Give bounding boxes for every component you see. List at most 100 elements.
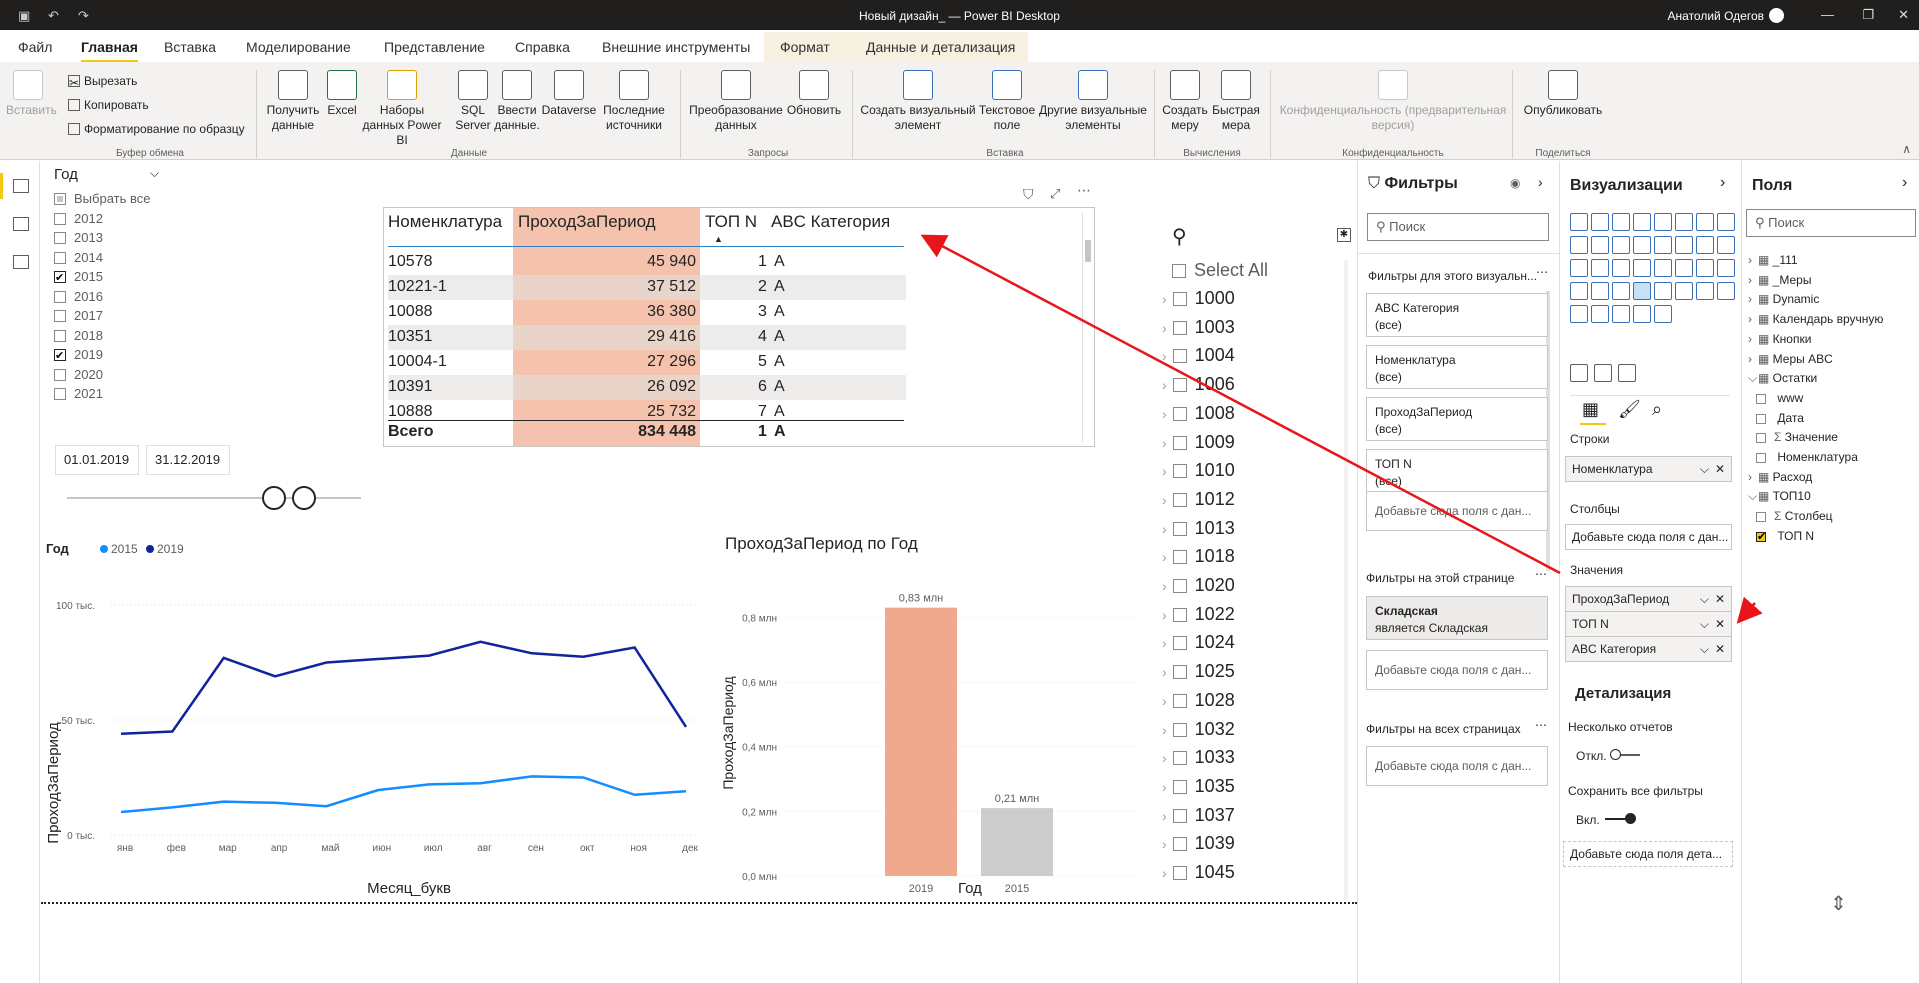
table-row[interactable]: 10221-1 37 512 2 A [388,275,906,300]
textbox-button[interactable]: Текстовое поле [976,70,1038,133]
slicer-item[interactable]: › 1009 [1162,432,1235,456]
tab-home[interactable]: Главная [81,39,138,63]
table-row[interactable]: 10351 29 416 4 A [388,325,906,350]
more-visuals-icon[interactable] [1654,305,1672,323]
qa-icon[interactable] [1570,305,1588,323]
waterfall-icon[interactable] [1654,236,1672,254]
clear-selection-icon[interactable]: ✱ [1337,228,1351,242]
slicer-item[interactable]: › 1024 [1162,632,1235,656]
expand-icon[interactable]: › [1162,406,1167,422]
expand-icon[interactable]: › [1162,377,1167,393]
analytics-tab-icon[interactable]: ⌕ [1652,399,1662,420]
slicer-checkbox[interactable] [1172,607,1187,622]
table-item[interactable]: ⌵▦ ТОП10 [1748,489,1811,504]
map-icon[interactable] [1612,259,1630,277]
slicer-item[interactable]: › 1020 [1162,575,1235,599]
scrollbar-thumb[interactable] [1085,240,1091,262]
kpi-icon[interactable] [1570,282,1588,300]
columns-well[interactable]: Добавьте сюда поля с дан... [1565,524,1732,550]
expand-icon[interactable]: › [1162,492,1167,508]
tab-modeling[interactable]: Моделирование [246,39,351,55]
field-checkbox[interactable] [1756,512,1766,523]
year-item[interactable]: 2015 [54,267,174,288]
column-header-top-n[interactable]: ТОП N [705,212,757,232]
chevron-right-icon[interactable]: › [1748,292,1758,306]
field-item[interactable]: www [1756,391,1803,405]
chevron-down-icon[interactable]: ⌵ [150,166,159,181]
cross-report-toggle[interactable] [1610,749,1640,760]
get-data-button[interactable]: Получить данные [264,70,322,133]
expand-icon[interactable]: › [1162,693,1167,709]
scatter-icon[interactable] [1696,236,1714,254]
add-page-filter-drop[interactable]: Добавьте сюда поля с дан... [1366,650,1548,690]
nomenclature-slicer[interactable]: ⚲ ✱ Select All › 1000 › 1003 › 1004 › 1006 › 1008… [1162,220,1352,900]
year-item[interactable]: 2013 [54,228,174,248]
clustered-column-icon[interactable] [1633,213,1651,231]
expand-icon[interactable]: › [1162,348,1167,364]
chevron-right-icon[interactable]: › [1748,332,1758,346]
more-options-icon[interactable]: ⋯ [1535,718,1547,732]
user-name[interactable]: Анатолий Одегов [1668,9,1764,23]
custom-visual-icon[interactable] [1618,364,1636,382]
drillthrough-well[interactable]: Добавьте сюда поля дета... [1563,841,1733,867]
smart-narrative-icon[interactable] [1591,305,1609,323]
chevron-down-icon[interactable]: ⌵ [1748,489,1758,504]
100-column-icon[interactable] [1675,213,1693,231]
restore-icon[interactable]: ❐ [1862,7,1874,23]
key-influencers-icon[interactable] [1696,282,1714,300]
slicer-icon[interactable] [1591,282,1609,300]
publish-button[interactable]: Опубликовать [1518,70,1608,118]
slicer-item[interactable]: › 1013 [1162,518,1235,542]
close-icon[interactable]: ✕ [1898,7,1909,23]
focus-mode-icon[interactable]: ⤢ [1050,186,1060,202]
chevron-right-icon[interactable]: › [1748,470,1758,484]
paste-button[interactable]: Вставить [6,70,57,118]
more-options-icon[interactable]: ⋯ [1535,567,1547,581]
area-icon[interactable] [1717,213,1735,231]
dataverse-button[interactable]: Dataverse [540,70,598,118]
python-visual-icon[interactable] [1675,282,1693,300]
add-visual-filter-drop[interactable]: Добавьте сюда поля с дан... [1366,491,1548,531]
date-range-start-handle[interactable] [262,486,286,510]
select-all-item[interactable]: Выбрать все [54,189,174,209]
search-visual-icon[interactable] [1570,364,1588,382]
page-filter-card[interactable]: Складская является Складская [1366,596,1548,640]
slicer-item[interactable]: › 1035 [1162,776,1235,800]
collapse-visualizations-icon[interactable]: › [1720,174,1725,192]
tab-view[interactable]: Представление [384,39,485,55]
slicer-item[interactable]: › 1000 [1162,288,1235,312]
tab-external-tools[interactable]: Внешние инструменты [602,39,750,55]
slicer-checkbox[interactable] [1172,378,1187,393]
filter-icon[interactable]: ⛉ [1023,186,1034,203]
year-checkbox[interactable] [54,212,66,225]
more-visuals-button[interactable]: Другие визуальные элементы [1038,70,1148,133]
avatar[interactable] [1769,8,1784,23]
tab-help[interactable]: Справка [515,39,570,55]
slicer-checkbox[interactable] [1172,693,1187,708]
new-visual-button[interactable]: Создать визуальный элемент [860,70,976,133]
slicer-checkbox[interactable] [1172,349,1187,364]
shape-map-icon[interactable] [1654,259,1672,277]
table-item[interactable]: › ▦ Меры ABC [1748,352,1833,366]
year-item[interactable]: 2020 [54,365,174,385]
table-row[interactable]: 10088 36 380 3 A [388,300,906,325]
slicer-item[interactable]: › 1025 [1162,661,1235,685]
field-item[interactable]: ТОП N [1756,529,1814,543]
column-header-nomenclature[interactable]: Номенклатура [388,212,502,232]
field-checkbox[interactable] [1756,413,1766,424]
slicer-item[interactable]: › 1006 [1162,374,1235,398]
field-checkbox[interactable] [1756,530,1766,543]
chevron-down-icon[interactable]: ⌵ [1700,637,1709,661]
table-row[interactable]: 10004-1 27 296 5 A [388,350,906,375]
slicer-item[interactable]: › 1012 [1162,489,1235,513]
table-icon[interactable] [1612,282,1630,300]
expand-icon[interactable]: › [1162,808,1167,824]
year-checkbox[interactable] [54,368,66,381]
expand-icon[interactable]: › [1162,779,1167,795]
slicer-checkbox[interactable] [1172,492,1187,507]
slicer-checkbox[interactable] [1172,292,1187,306]
expand-icon[interactable]: › [1162,435,1167,451]
field-checkbox[interactable] [1756,433,1766,444]
pie-icon[interactable] [1717,236,1735,254]
slicer-checkbox[interactable] [1172,406,1187,421]
